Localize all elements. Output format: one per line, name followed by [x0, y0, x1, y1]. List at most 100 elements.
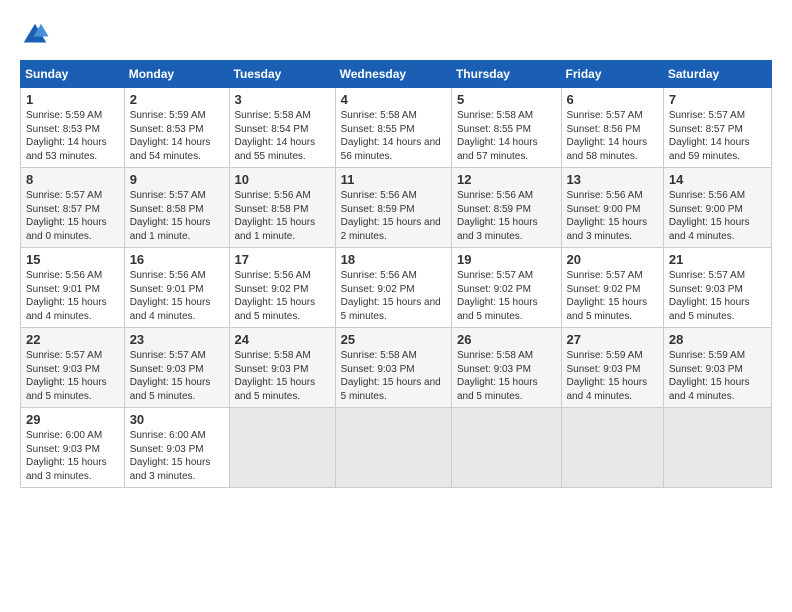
day-info: Sunrise: 5:58 AMSunset: 9:03 PMDaylight:… — [235, 349, 330, 403]
calendar-cell: 25 Sunrise: 5:58 AMSunset: 9:03 PMDayligh… — [335, 328, 451, 408]
day-info: Sunrise: 5:56 AMSunset: 8:58 PMDaylight:… — [235, 189, 330, 243]
day-number: 6 — [567, 92, 658, 107]
calendar-cell: 17 Sunrise: 5:56 AMSunset: 9:02 PMDayligh… — [229, 248, 335, 328]
day-info: Sunrise: 5:56 AMSunset: 9:02 PMDaylight:… — [235, 269, 330, 323]
calendar-cell: 8 Sunrise: 5:57 AMSunset: 8:57 PMDaylight… — [21, 168, 125, 248]
day-number: 25 — [341, 332, 446, 347]
day-info: Sunrise: 5:58 AMSunset: 9:03 PMDaylight:… — [457, 349, 556, 403]
calendar-cell: 18 Sunrise: 5:56 AMSunset: 9:02 PMDayligh… — [335, 248, 451, 328]
day-number: 1 — [26, 92, 119, 107]
calendar-week-row: 22 Sunrise: 5:57 AMSunset: 9:03 PMDayligh… — [21, 328, 772, 408]
day-info: Sunrise: 5:57 AMSunset: 8:56 PMDaylight:… — [567, 109, 658, 163]
day-number: 11 — [341, 172, 446, 187]
calendar-cell: 19 Sunrise: 5:57 AMSunset: 9:02 PMDayligh… — [451, 248, 561, 328]
calendar-cell: 20 Sunrise: 5:57 AMSunset: 9:02 PMDayligh… — [561, 248, 663, 328]
calendar-cell: 6 Sunrise: 5:57 AMSunset: 8:56 PMDaylight… — [561, 88, 663, 168]
day-number: 28 — [669, 332, 766, 347]
day-number: 4 — [341, 92, 446, 107]
day-number: 29 — [26, 412, 119, 427]
column-header-tuesday: Tuesday — [229, 61, 335, 88]
day-info: Sunrise: 5:57 AMSunset: 9:03 PMDaylight:… — [26, 349, 119, 403]
day-info: Sunrise: 5:57 AMSunset: 9:02 PMDaylight:… — [457, 269, 556, 323]
day-info: Sunrise: 5:58 AMSunset: 9:03 PMDaylight:… — [341, 349, 446, 403]
calendar-week-row: 1 Sunrise: 5:59 AMSunset: 8:53 PMDaylight… — [21, 88, 772, 168]
day-info: Sunrise: 5:57 AMSunset: 8:57 PMDaylight:… — [26, 189, 119, 243]
calendar-cell: 16 Sunrise: 5:56 AMSunset: 9:01 PMDayligh… — [124, 248, 229, 328]
calendar-cell: 5 Sunrise: 5:58 AMSunset: 8:55 PMDaylight… — [451, 88, 561, 168]
day-number: 17 — [235, 252, 330, 267]
calendar-cell: 30Sunrise: 6:00 AMSunset: 9:03 PMDayligh… — [124, 408, 229, 488]
day-info: Sunrise: 5:56 AMSunset: 9:00 PMDaylight:… — [567, 189, 658, 243]
calendar-cell — [335, 408, 451, 488]
calendar-cell: 9 Sunrise: 5:57 AMSunset: 8:58 PMDaylight… — [124, 168, 229, 248]
calendar-cell: 26 Sunrise: 5:58 AMSunset: 9:03 PMDayligh… — [451, 328, 561, 408]
day-number: 21 — [669, 252, 766, 267]
day-info: Sunrise: 5:57 AMSunset: 9:03 PMDaylight:… — [130, 349, 224, 403]
day-number: 23 — [130, 332, 224, 347]
column-header-thursday: Thursday — [451, 61, 561, 88]
day-number: 12 — [457, 172, 556, 187]
calendar-cell: 3Sunrise: 5:58 AMSunset: 8:54 PMDaylight… — [229, 88, 335, 168]
calendar-cell — [451, 408, 561, 488]
calendar-cell: 24 Sunrise: 5:58 AMSunset: 9:03 PMDayligh… — [229, 328, 335, 408]
day-number: 3 — [235, 92, 330, 107]
day-info: Sunrise: 5:56 AMSunset: 8:59 PMDaylight:… — [457, 189, 556, 243]
calendar-cell: 28 Sunrise: 5:59 AMSunset: 9:03 PMDayligh… — [663, 328, 771, 408]
calendar-cell: 22 Sunrise: 5:57 AMSunset: 9:03 PMDayligh… — [21, 328, 125, 408]
day-number: 22 — [26, 332, 119, 347]
calendar-cell: 23 Sunrise: 5:57 AMSunset: 9:03 PMDayligh… — [124, 328, 229, 408]
day-info: Sunrise: 5:59 AMSunset: 9:03 PMDaylight:… — [567, 349, 658, 403]
day-info: Sunrise: 5:59 AMSunset: 9:03 PMDaylight:… — [669, 349, 766, 403]
calendar-cell: 27 Sunrise: 5:59 AMSunset: 9:03 PMDayligh… — [561, 328, 663, 408]
calendar-cell: 4 Sunrise: 5:58 AMSunset: 8:55 PMDaylight… — [335, 88, 451, 168]
day-info: Sunrise: 5:57 AMSunset: 8:58 PMDaylight:… — [130, 189, 224, 243]
day-info: Sunrise: 5:58 AMSunset: 8:55 PMDaylight:… — [341, 109, 446, 163]
day-number: 19 — [457, 252, 556, 267]
day-number: 2 — [130, 92, 224, 107]
calendar-table: SundayMondayTuesdayWednesdayThursdayFrid… — [20, 60, 772, 488]
day-number: 24 — [235, 332, 330, 347]
column-header-monday: Monday — [124, 61, 229, 88]
day-info: Sunrise: 5:59 AMSunset: 8:53 PMDaylight:… — [26, 109, 119, 163]
day-number: 8 — [26, 172, 119, 187]
calendar-cell: 11 Sunrise: 5:56 AMSunset: 8:59 PMDayligh… — [335, 168, 451, 248]
day-info: Sunrise: 5:59 AMSunset: 8:53 PMDaylight:… — [130, 109, 224, 163]
calendar-cell: 10 Sunrise: 5:56 AMSunset: 8:58 PMDayligh… — [229, 168, 335, 248]
calendar-cell: 21Sunrise: 5:57 AMSunset: 9:03 PMDayligh… — [663, 248, 771, 328]
day-number: 20 — [567, 252, 658, 267]
column-header-wednesday: Wednesday — [335, 61, 451, 88]
calendar-cell: 12 Sunrise: 5:56 AMSunset: 8:59 PMDayligh… — [451, 168, 561, 248]
column-header-saturday: Saturday — [663, 61, 771, 88]
day-info: Sunrise: 5:56 AMSunset: 9:01 PMDaylight:… — [130, 269, 224, 323]
day-number: 18 — [341, 252, 446, 267]
day-number: 26 — [457, 332, 556, 347]
day-info: Sunrise: 6:00 AMSunset: 9:03 PMDaylight:… — [26, 429, 119, 483]
calendar-week-row: 15Sunrise: 5:56 AMSunset: 9:01 PMDayligh… — [21, 248, 772, 328]
day-number: 5 — [457, 92, 556, 107]
day-info: Sunrise: 6:00 AMSunset: 9:03 PMDaylight:… — [130, 429, 224, 483]
day-info: Sunrise: 5:58 AMSunset: 8:55 PMDaylight:… — [457, 109, 556, 163]
calendar-cell — [663, 408, 771, 488]
calendar-week-row: 29 Sunrise: 6:00 AMSunset: 9:03 PMDayligh… — [21, 408, 772, 488]
logo — [20, 20, 54, 50]
calendar-cell: 1 Sunrise: 5:59 AMSunset: 8:53 PMDaylight… — [21, 88, 125, 168]
calendar-cell: 2 Sunrise: 5:59 AMSunset: 8:53 PMDaylight… — [124, 88, 229, 168]
column-header-friday: Friday — [561, 61, 663, 88]
day-info: Sunrise: 5:56 AMSunset: 9:01 PMDaylight:… — [26, 269, 119, 323]
logo-icon — [20, 20, 50, 50]
day-number: 9 — [130, 172, 224, 187]
calendar-cell: 7Sunrise: 5:57 AMSunset: 8:57 PMDaylight… — [663, 88, 771, 168]
calendar-header-row: SundayMondayTuesdayWednesdayThursdayFrid… — [21, 61, 772, 88]
calendar-cell: 14Sunrise: 5:56 AMSunset: 9:00 PMDayligh… — [663, 168, 771, 248]
calendar-cell — [561, 408, 663, 488]
day-info: Sunrise: 5:56 AMSunset: 9:00 PMDaylight:… — [669, 189, 766, 243]
day-number: 27 — [567, 332, 658, 347]
day-info: Sunrise: 5:57 AMSunset: 9:02 PMDaylight:… — [567, 269, 658, 323]
day-info: Sunrise: 5:56 AMSunset: 8:59 PMDaylight:… — [341, 189, 446, 243]
day-number: 10 — [235, 172, 330, 187]
page-header — [20, 20, 772, 50]
day-info: Sunrise: 5:56 AMSunset: 9:02 PMDaylight:… — [341, 269, 446, 323]
day-number: 16 — [130, 252, 224, 267]
calendar-week-row: 8 Sunrise: 5:57 AMSunset: 8:57 PMDaylight… — [21, 168, 772, 248]
calendar-cell: 13Sunrise: 5:56 AMSunset: 9:00 PMDayligh… — [561, 168, 663, 248]
